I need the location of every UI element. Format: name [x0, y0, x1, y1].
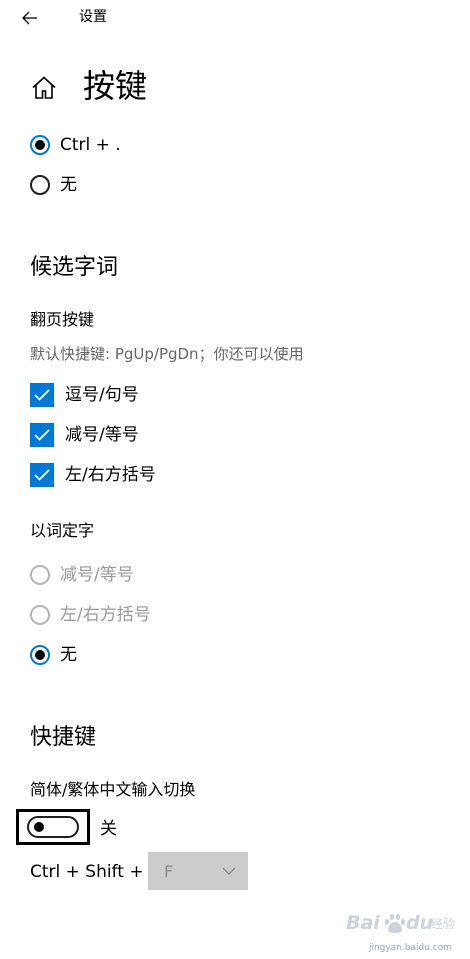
radio-word-minus-equal[interactable]: 减号/等号 — [30, 561, 134, 589]
baidu-watermark-logo: Bai du 经验 — [346, 912, 455, 934]
radio-label: 左/右方括号 — [60, 605, 151, 625]
toggle-track — [27, 816, 79, 838]
radio-ctrl-dot[interactable]: Ctrl + . — [30, 131, 121, 159]
svg-text:du: du — [406, 912, 433, 934]
toggle-knob — [34, 822, 44, 832]
checkbox-brackets[interactable]: 左/右方括号 — [30, 461, 156, 489]
toggle-switch[interactable] — [16, 809, 90, 845]
home-icon — [32, 76, 56, 99]
radio-label: 无 — [60, 175, 77, 195]
radio-label: Ctrl + . — [60, 135, 121, 155]
checkbox-comma-period[interactable]: 逗号/句号 — [30, 381, 139, 409]
chevron-down-icon — [222, 867, 236, 875]
shortcut-label: Ctrl + Shift + — [30, 862, 144, 882]
radio-indicator — [30, 175, 50, 195]
svg-text:Bai: Bai — [346, 912, 380, 934]
page-keys-description: 默认快捷键: PgUp/PgDn；你还可以使用 — [30, 345, 304, 363]
svg-text:经验: 经验 — [431, 916, 455, 931]
key-select-value: F — [164, 861, 174, 881]
checkbox-minus-equal[interactable]: 减号/等号 — [30, 421, 139, 449]
checkbox-indicator — [30, 463, 54, 487]
checkmark-icon — [34, 389, 50, 401]
checkbox-indicator — [30, 423, 54, 447]
checkbox-label: 减号/等号 — [65, 425, 139, 445]
checkmark-icon — [34, 429, 50, 441]
arrow-left-icon — [22, 11, 37, 25]
page-keys-title: 翻页按键 — [30, 310, 95, 329]
page-title: 按键 — [83, 67, 148, 105]
section-heading-hotkeys: 快捷键 — [30, 725, 97, 750]
radio-label: 无 — [60, 645, 77, 665]
radio-word-none[interactable]: 无 — [30, 641, 77, 669]
radio-none[interactable]: 无 — [30, 171, 77, 199]
back-button[interactable] — [14, 4, 46, 32]
switch-title: 简体/繁体中文输入切换 — [30, 780, 196, 799]
word-select-title: 以词定字 — [30, 521, 95, 540]
section-heading-candidates: 候选字词 — [30, 255, 119, 280]
key-select[interactable]: F — [148, 852, 248, 890]
checkbox-indicator — [30, 383, 54, 407]
radio-indicator — [30, 605, 50, 625]
radio-indicator — [30, 565, 50, 585]
toggle-state-label: 关 — [100, 819, 117, 839]
window-title: 设置 — [79, 9, 107, 25]
checkmark-icon — [34, 469, 50, 481]
checkbox-label: 逗号/句号 — [65, 385, 139, 405]
radio-indicator — [30, 135, 50, 155]
radio-word-brackets[interactable]: 左/右方括号 — [30, 601, 151, 629]
radio-label: 减号/等号 — [60, 565, 134, 585]
watermark-url: jingyan.baidu.com — [368, 943, 452, 953]
radio-indicator — [30, 645, 50, 665]
checkbox-label: 左/右方括号 — [65, 465, 156, 485]
